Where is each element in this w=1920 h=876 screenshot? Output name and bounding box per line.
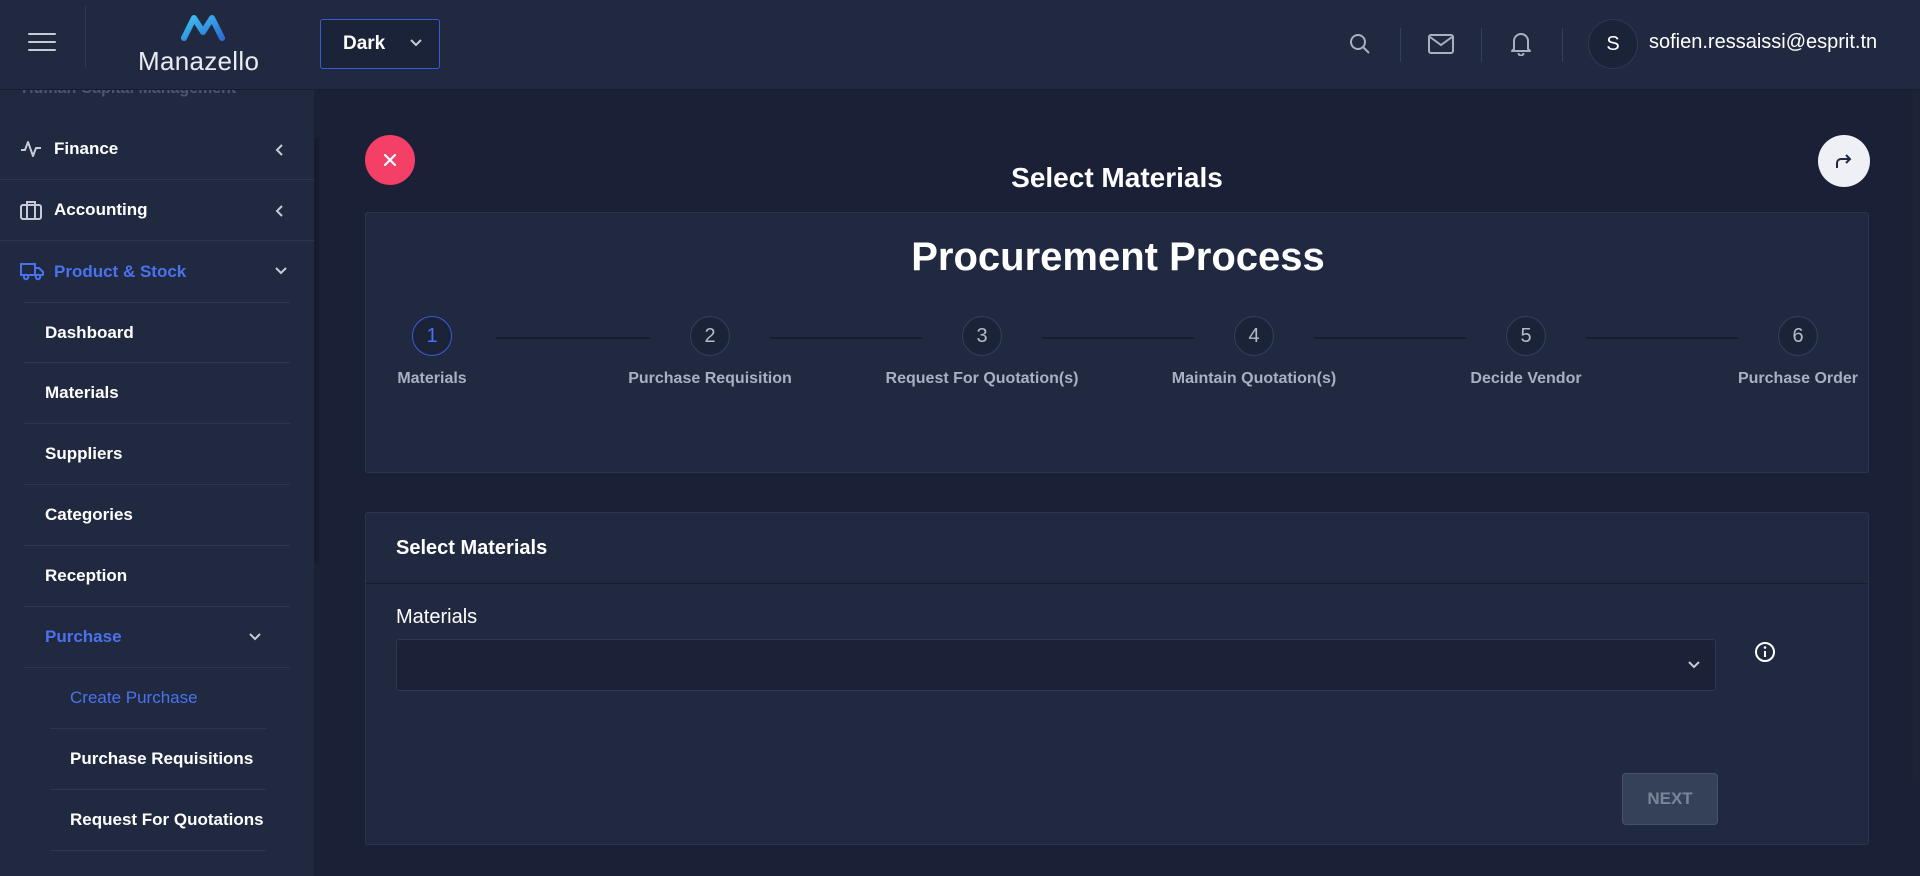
sidebar-item-suppliers[interactable]: Suppliers: [24, 424, 290, 485]
chevron-left-icon: [275, 144, 283, 156]
logo-mark-icon: [181, 15, 225, 41]
top-header: Manazello Dark S sofien.ressaissi@esprit…: [0, 0, 1920, 90]
next-button[interactable]: NEXT: [1622, 773, 1718, 825]
hamburger-menu-icon[interactable]: [28, 33, 56, 55]
select-materials-card: Select Materials Materials NEXT: [365, 512, 1869, 845]
step-number: 3: [962, 316, 1002, 356]
chevron-down-icon: [1688, 661, 1700, 669]
page-title: Select Materials: [1011, 162, 1223, 193]
sidebar-item-dashboard[interactable]: Dashboard: [24, 302, 290, 363]
sidebar-item-label: Materials: [45, 383, 119, 402]
card-title: Select Materials: [396, 537, 548, 559]
truck-icon: [20, 263, 44, 281]
sidebar-item-label: Purchase: [45, 627, 122, 646]
step-number: 6: [1778, 316, 1818, 356]
user-email[interactable]: sofien.ressaissi@esprit.tn: [1649, 31, 1877, 54]
mail-icon[interactable]: [1428, 33, 1454, 55]
step-number: 4: [1234, 316, 1274, 356]
card-header: Select Materials: [366, 513, 1868, 584]
sidebar-item-finance[interactable]: Finance: [0, 119, 314, 180]
step-request-for-quotations[interactable]: 3 Request For Quotation(s): [872, 316, 1092, 388]
sidebar-item-label: Create Purchase: [70, 688, 198, 707]
sidebar-item-label: Finance: [54, 139, 119, 158]
theme-select[interactable]: Dark: [320, 19, 440, 69]
step-label: Purchase Order: [1737, 370, 1859, 387]
theme-select-value: Dark: [343, 33, 386, 54]
procurement-process-card: Procurement Process 1 Materials 2 Purcha…: [365, 212, 1869, 473]
search-icon[interactable]: [1349, 33, 1371, 55]
step-label: Materials: [397, 370, 467, 387]
briefcase-icon: [20, 201, 42, 220]
sidebar-item-purchase[interactable]: Purchase: [24, 607, 290, 668]
step-label: Decide Vendor: [1470, 370, 1582, 387]
step-number: 2: [690, 316, 730, 356]
step-label: Maintain Quotation(s): [1171, 370, 1337, 387]
sidebar-item-categories[interactable]: Categories: [24, 485, 290, 546]
user-avatar[interactable]: S: [1588, 19, 1638, 69]
materials-label: Materials: [396, 606, 478, 628]
sidebar-item-human-capital[interactable]: Human Capital Management: [22, 90, 236, 98]
header-divider: [1562, 28, 1563, 62]
sidebar-item-label: Reception: [45, 566, 128, 585]
step-materials[interactable]: 1 Materials: [322, 316, 542, 388]
sidebar-item-product-stock[interactable]: Product & Stock: [0, 241, 314, 302]
sidebar-item-label: Dashboard: [45, 322, 134, 342]
sidebar-item-label: Suppliers: [45, 444, 123, 463]
materials-select[interactable]: [396, 639, 1716, 691]
sidebar-item-label: Categories: [45, 505, 133, 524]
activity-icon: [21, 141, 41, 157]
sidebar-item-label: Product & Stock: [54, 261, 187, 281]
sidebar-item-request-for-quotations[interactable]: Request For Quotations: [50, 790, 266, 851]
sidebar-item-label: Request For Quotations: [70, 810, 264, 829]
header-divider: [1481, 28, 1482, 62]
sidebar-item-accounting[interactable]: Accounting: [0, 180, 314, 241]
header-divider: [85, 6, 86, 68]
sidebar-item-label: Accounting: [54, 200, 148, 219]
step-purchase-requisition[interactable]: 2 Purchase Requisition: [600, 316, 820, 388]
step-label: Purchase Requisition: [628, 370, 792, 387]
page-scrollbar[interactable]: [1913, 90, 1920, 780]
sidebar: Human Capital Management Finance Account…: [0, 90, 314, 876]
info-icon[interactable]: [1754, 641, 1776, 663]
sidebar-item-materials[interactable]: Materials: [24, 363, 290, 424]
header-divider: [1400, 28, 1401, 62]
sidebar-item-label: Purchase Requisitions: [70, 749, 254, 768]
step-maintain-quotations[interactable]: 4 Maintain Quotation(s): [1144, 316, 1364, 388]
chevron-down-icon: [410, 39, 422, 47]
step-number: 1: [412, 316, 452, 356]
app-logo[interactable]: Manazello: [136, 10, 276, 76]
chevron-left-icon: [275, 205, 283, 217]
chevron-down-icon: [249, 633, 261, 641]
sidebar-item-purchase-requisitions[interactable]: Purchase Requisitions: [50, 729, 266, 790]
sidebar-item-reception[interactable]: Reception: [24, 546, 290, 607]
step-number: 5: [1506, 316, 1546, 356]
sidebar-item-create-purchase[interactable]: Create Purchase: [50, 668, 266, 729]
procurement-title: Procurement Process: [911, 235, 1325, 279]
step-decide-vendor[interactable]: 5 Decide Vendor: [1416, 316, 1636, 388]
sidebar-scrollbar[interactable]: [314, 138, 319, 564]
logo-text: Manazello: [138, 46, 260, 76]
step-label: Request For Quotation(s): [885, 370, 1079, 387]
step-purchase-order[interactable]: 6 Purchase Order: [1688, 316, 1908, 388]
bell-icon[interactable]: [1510, 31, 1532, 56]
chevron-down-icon: [275, 267, 287, 275]
